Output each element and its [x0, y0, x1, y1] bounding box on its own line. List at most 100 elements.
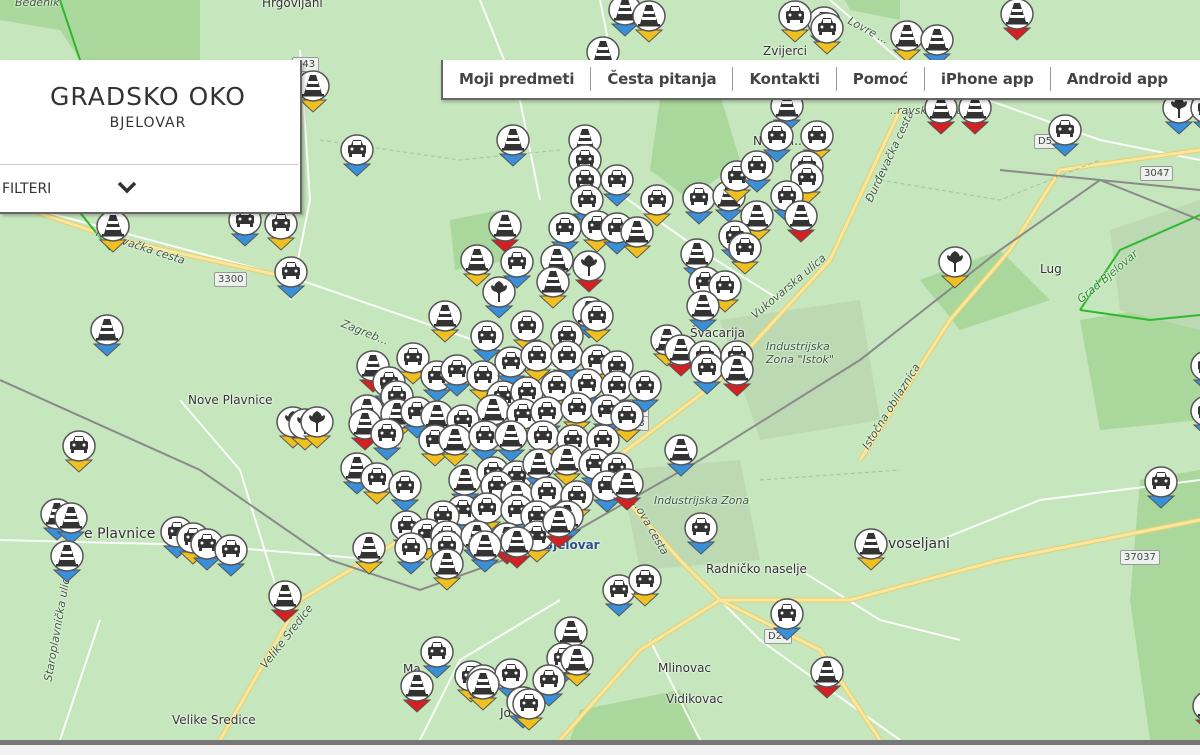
report-marker[interactable] — [438, 424, 472, 467]
car-icon — [370, 418, 404, 461]
report-marker[interactable] — [428, 300, 462, 343]
nav-faq[interactable]: Česta pitanja — [591, 70, 732, 88]
tree-icon — [300, 406, 334, 449]
report-marker[interactable] — [214, 534, 248, 577]
car-icon — [728, 232, 762, 275]
report-marker[interactable] — [468, 530, 502, 573]
report-marker[interactable] — [370, 418, 404, 461]
chevron-down-icon — [117, 181, 137, 194]
traffic-cone-icon — [686, 290, 720, 333]
car-icon — [214, 534, 248, 577]
report-marker[interactable] — [352, 532, 386, 575]
report-marker[interactable] — [890, 20, 924, 63]
report-marker[interactable] — [720, 354, 754, 397]
road-shield: 3047 — [1140, 166, 1174, 181]
report-marker[interactable] — [1190, 395, 1200, 437]
report-marker[interactable] — [542, 506, 576, 549]
report-marker[interactable] — [1190, 350, 1200, 392]
report-marker[interactable] — [96, 210, 130, 253]
report-marker[interactable] — [466, 668, 500, 711]
report-marker[interactable] — [728, 232, 762, 275]
report-marker[interactable] — [496, 124, 530, 167]
car-icon — [274, 256, 308, 299]
report-marker[interactable] — [90, 314, 124, 357]
report-marker[interactable] — [1192, 690, 1200, 732]
report-marker[interactable] — [512, 688, 546, 731]
car-icon — [264, 208, 298, 251]
car-icon — [1144, 466, 1178, 509]
car-icon — [682, 182, 716, 225]
report-marker[interactable] — [536, 266, 570, 309]
report-marker[interactable] — [1144, 466, 1178, 509]
report-marker[interactable] — [778, 0, 812, 43]
report-marker[interactable] — [430, 548, 464, 591]
road-shield: 3300 — [214, 272, 248, 287]
report-marker[interactable] — [810, 12, 844, 55]
traffic-cone-icon — [268, 580, 302, 623]
report-marker[interactable] — [1048, 114, 1082, 157]
place-label: Radničko naselje — [706, 562, 807, 576]
report-marker[interactable] — [300, 406, 334, 449]
report-marker[interactable] — [388, 470, 422, 513]
report-marker[interactable] — [784, 200, 818, 243]
report-marker[interactable] — [690, 352, 724, 395]
car-icon — [760, 120, 794, 163]
nav-iphone-app[interactable]: iPhone app — [925, 70, 1050, 88]
report-marker[interactable] — [600, 164, 634, 207]
report-marker[interactable] — [580, 300, 614, 343]
traffic-cone-icon — [664, 434, 698, 477]
report-marker[interactable] — [610, 468, 644, 511]
report-marker[interactable] — [684, 512, 718, 555]
traffic-cone-icon — [632, 0, 666, 43]
car-icon — [690, 352, 724, 395]
nav-android-app[interactable]: Android app — [1051, 70, 1184, 88]
place-label: Zvijerci — [763, 44, 807, 58]
report-marker[interactable] — [394, 532, 428, 575]
report-marker[interactable] — [632, 0, 666, 43]
filters-toggle[interactable]: FILTERI — [0, 168, 296, 210]
report-marker[interactable] — [340, 134, 374, 177]
traffic-cone-icon — [536, 266, 570, 309]
report-marker[interactable] — [264, 208, 298, 251]
traffic-cone-icon — [810, 656, 844, 699]
car-icon — [810, 12, 844, 55]
place-label: Bedenik — [15, 0, 60, 9]
title-panel: GRADSKO OKO BJELOVAR FILTERI — [0, 60, 302, 214]
report-marker[interactable] — [274, 256, 308, 299]
report-marker[interactable] — [620, 216, 654, 259]
report-marker[interactable] — [400, 670, 434, 713]
report-marker[interactable] — [664, 434, 698, 477]
report-marker[interactable] — [50, 540, 84, 583]
report-marker[interactable] — [770, 598, 804, 641]
nav-contacts[interactable]: Kontakti — [733, 70, 835, 88]
nav-my-items[interactable]: Moji predmeti — [443, 70, 590, 88]
report-marker[interactable] — [854, 528, 888, 571]
report-marker[interactable] — [760, 120, 794, 163]
place-label: voseljani — [888, 536, 950, 552]
report-marker[interactable] — [54, 502, 88, 545]
road-shield: 37037 — [1120, 550, 1160, 565]
nav-help[interactable]: Pomoć — [837, 70, 924, 88]
report-marker[interactable] — [686, 290, 720, 333]
report-marker[interactable] — [938, 246, 972, 289]
traffic-cone-icon — [1192, 692, 1200, 725]
car-icon — [684, 512, 718, 555]
place-label: Velike Sredice — [172, 713, 256, 727]
report-marker[interactable] — [628, 564, 662, 607]
traffic-cone-icon — [466, 668, 500, 711]
traffic-cone-icon — [96, 210, 130, 253]
filters-label: FILTERI — [2, 181, 52, 197]
report-marker[interactable] — [682, 182, 716, 225]
report-marker[interactable] — [62, 430, 96, 473]
place-label: Hrgovljani — [262, 0, 323, 10]
report-marker[interactable] — [1000, 0, 1034, 41]
report-marker[interactable] — [268, 580, 302, 623]
traffic-cone-icon — [496, 124, 530, 167]
traffic-cone-icon — [438, 424, 472, 467]
car-icon — [580, 300, 614, 343]
report-marker[interactable] — [572, 250, 606, 293]
report-marker[interactable] — [810, 656, 844, 699]
traffic-cone-icon — [400, 670, 434, 713]
report-marker[interactable] — [500, 526, 534, 569]
place-label: Vidikovac — [666, 692, 724, 706]
